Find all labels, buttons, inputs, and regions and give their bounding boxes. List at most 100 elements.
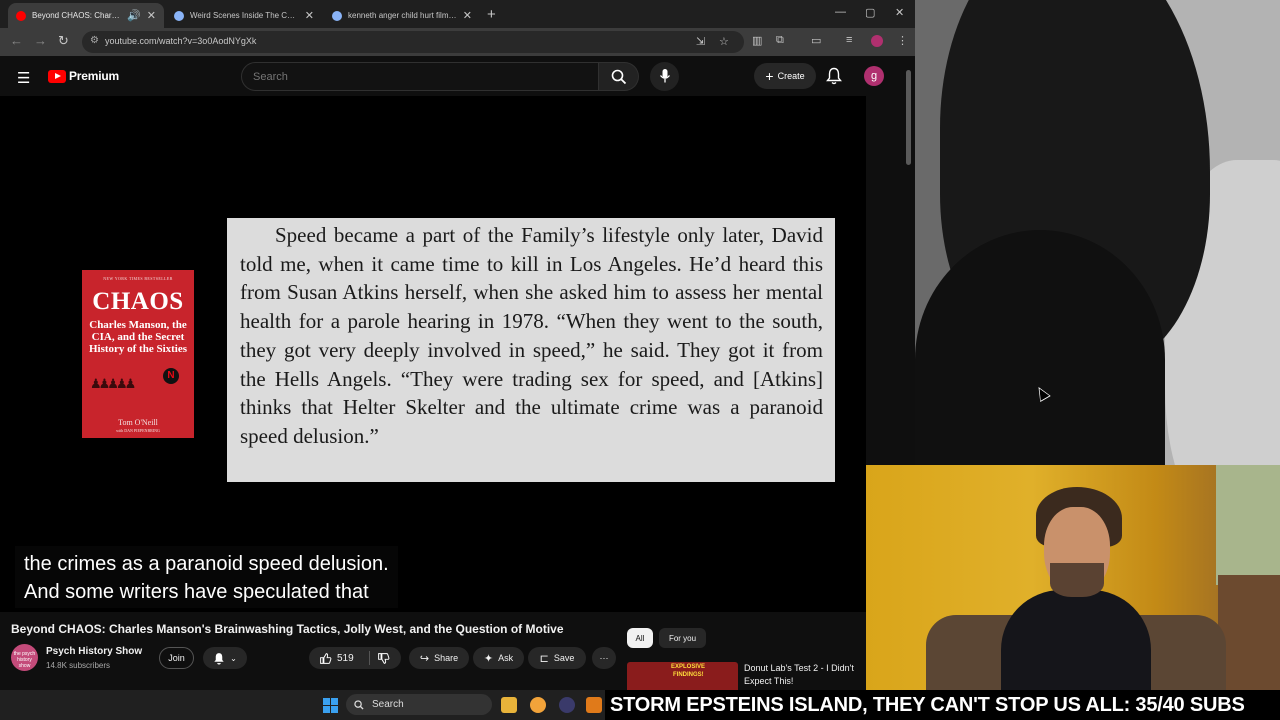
youtube-favicon-icon [16,10,26,21]
create-label: Create [777,71,805,81]
notifications-bell-icon[interactable] [826,67,842,85]
chevron-down-icon: ⌄ [230,653,237,663]
scrollbar-thumb[interactable] [906,70,911,165]
tab-weird-scenes[interactable]: Weird Scenes Inside The Canyo ✕ [166,3,322,28]
bookmark-star-icon[interactable]: ☆ [719,35,729,48]
book-cover-image: NEW YORK TIMES BESTSELLER CHAOS Charles … [82,270,194,438]
browser-toolbar: ← → ↻ ⚙ youtube.com/watch?v=3o0AodNYgXk … [0,28,915,56]
tab-kenneth-anger[interactable]: kenneth anger child hurt filmed ✕ [324,3,480,28]
account-avatar[interactable]: g [864,66,884,86]
voice-search-button[interactable] [650,62,679,91]
share-label: Share [434,653,459,663]
menu-icon[interactable]: ☰ [17,69,30,87]
share-button[interactable]: ↪ Share [409,647,469,669]
caption-line: And some writers have speculated that [24,581,369,603]
recommendation-thumbnail[interactable]: EXPLOSIVE FINDINGS! [627,662,738,690]
reading-list-icon[interactable]: ▥ [752,34,762,47]
windows-taskbar: Search [0,690,605,720]
tab-title: Weird Scenes Inside The Canyo [190,11,299,20]
book-page-excerpt: Speed became a part of the Family’s life… [227,218,835,482]
file-explorer-icon[interactable] [501,697,517,713]
save-label: Save [553,653,575,663]
excerpt-text: Speed became a part of the Family’s life… [240,223,823,448]
create-button[interactable]: + Create [754,63,816,89]
search-input[interactable] [242,63,598,90]
webcam-overlay [866,465,1280,690]
chip-for-you[interactable]: For you [659,628,706,648]
site-info-icon[interactable]: ⚙ [90,35,99,46]
bookmark-icon: ⊏ [539,652,549,665]
thumbs-up-icon [320,653,332,664]
browser-menu-icon[interactable]: ⋮ [897,34,908,47]
book-coauthor: with DAN PIEPENBRING [116,428,160,433]
tab-beyond-chaos[interactable]: Beyond CHAOS: Charles M 🔊 ✕ [8,3,164,28]
search-field[interactable] [241,62,599,91]
caption-line: the crimes as a paranoid speed delusion. [24,553,389,575]
webcam-shelf [1218,575,1280,690]
browser-profile-avatar[interactable] [871,35,883,47]
browser-window: Beyond CHAOS: Charles M 🔊 ✕ Weird Scenes… [0,0,915,690]
stream-ticker: STORM EPSTEINS ISLAND, THEY CAN'T STOP U… [605,690,1280,720]
microphone-icon [659,69,671,83]
close-tab-icon[interactable]: ✕ [147,9,156,22]
tab-title: kenneth anger child hurt filmed [348,11,457,20]
thumbnail-text: EXPLOSIVE [671,664,706,670]
media-controls-icon[interactable]: ≡ [846,34,852,46]
save-button[interactable]: ⊏ Save [528,647,586,669]
forward-icon[interactable]: → [34,33,47,48]
channel-name[interactable]: Psych History Show [46,646,142,657]
extensions-icon[interactable]: ⧉ [776,34,784,47]
back-icon[interactable]: ← [10,33,23,48]
address-bar[interactable]: ⚙ youtube.com/watch?v=3o0AodNYgXk ⇲ ☆ [82,31,744,53]
app-icon[interactable] [559,697,575,713]
taskbar-search[interactable]: Search [346,694,492,715]
globe-favicon-icon [174,10,184,21]
like-button[interactable]: 519 [319,652,354,665]
book-title: CHAOS [92,288,184,315]
youtube-logo-icon[interactable] [48,70,66,83]
windows-start-icon[interactable] [323,698,338,713]
join-button[interactable]: Join [159,647,194,669]
like-count: 519 [337,653,354,664]
close-tab-icon[interactable]: ✕ [463,9,472,22]
divider [369,651,370,665]
chip-all[interactable]: All [627,628,653,648]
bell-icon [214,652,224,664]
search-button[interactable] [599,62,639,91]
youtube-masthead: ☰ Premium + Create g [0,56,908,96]
webcam-person-hoodie [1001,590,1151,690]
ask-button[interactable]: ✦ Ask [473,647,524,669]
share-icon: ↪ [419,652,430,665]
notifications-toggle[interactable]: ⌄ [203,647,247,669]
tab-title: Beyond CHAOS: Charles M [32,11,122,20]
install-icon[interactable]: ⇲ [696,35,705,48]
youtube-premium-logo[interactable]: Premium [69,69,119,83]
maximize-icon[interactable]: ▢ [865,6,875,19]
taskbar-search-label: Search [372,699,404,710]
plus-icon: + [765,68,774,84]
book-badge: NEW YORK TIMES BESTSELLER [103,276,173,281]
cast-icon[interactable]: ▭ [811,34,821,47]
close-tab-icon[interactable]: ✕ [305,9,314,22]
more-icon: ··· [599,653,609,663]
chrome-icon[interactable] [530,697,546,713]
close-window-icon[interactable]: ✕ [895,6,904,19]
closed-captions: the crimes as a paranoid speed delusion.… [15,546,398,608]
recommendation-title[interactable]: Donut Lab's Test 2 - I Didn't Expect Thi… [744,662,864,688]
plus-icon[interactable]: + [487,6,496,23]
thumbs-down-icon[interactable] [377,652,390,665]
reload-icon[interactable]: ↻ [58,33,69,49]
url-text[interactable]: youtube.com/watch?v=3o0AodNYgXk [105,36,256,46]
speaker-icon[interactable]: 🔊 [127,9,141,22]
like-dislike-group: 519 [309,647,401,669]
more-actions-button[interactable]: ··· [592,647,616,669]
channel-avatar[interactable]: the psych history show [11,644,38,671]
netflix-badge-icon: N [163,368,179,384]
sparkle-icon: ✦ [483,652,494,665]
minimize-icon[interactable]: — [835,6,846,18]
book-figures-illustration: ♟♟♟♟♟ [90,376,136,391]
background-desktop-area [915,0,1280,465]
video-player[interactable]: NEW YORK TIMES BESTSELLER CHAOS Charles … [0,96,866,612]
book-subtitle: Charles Manson, the CIA, and the Secret … [88,319,188,355]
vlc-icon[interactable] [586,697,602,713]
